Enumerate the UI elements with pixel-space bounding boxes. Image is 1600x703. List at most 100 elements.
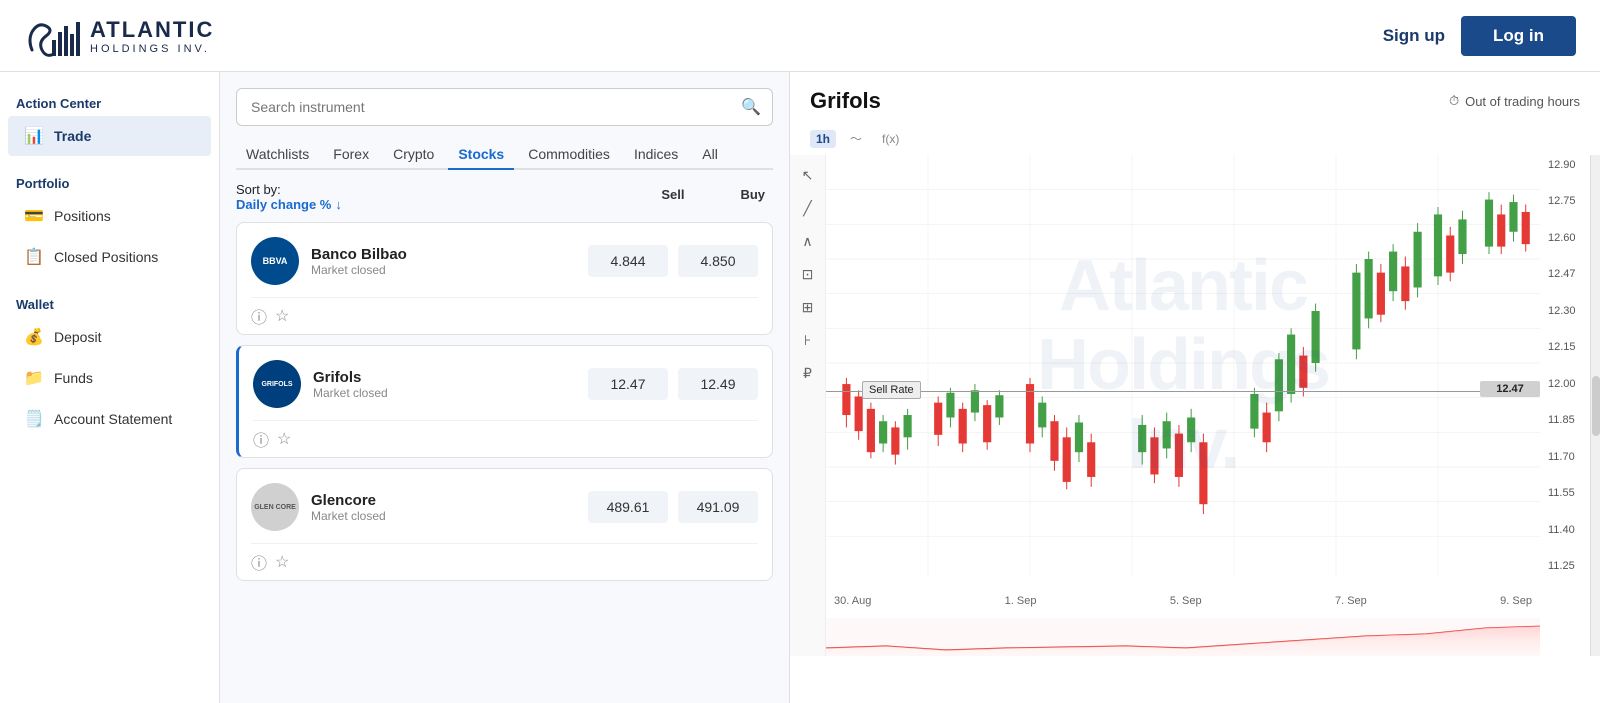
instrument-card-glencore[interactable]: GLEN CORE Glencore Market closed 489.61 … [236,468,773,581]
x-label-0: 30. Aug [834,595,871,607]
grifols-logo: GRIFOLS [253,360,301,408]
glencore-sell[interactable]: 489.61 [588,491,668,523]
funds-icon: 📁 [24,368,44,388]
bbva-sell[interactable]: 4.844 [588,245,668,277]
closed-positions-label: Closed Positions [54,249,158,265]
login-button[interactable]: Log in [1461,16,1576,56]
mini-chart-svg [826,618,1540,656]
logo-text: ATLANTIC HOLDINGS INV. [90,17,214,55]
sidebar-item-account-statement[interactable]: 🗒️ Account Statement [8,399,211,439]
tool-line[interactable]: ╱ [799,196,815,221]
chart-panel: Grifols ⏱ Out of trading hours 1h 〜 f(x)… [790,72,1600,703]
tab-bar: Watchlists Forex Crypto Stocks Commoditi… [236,140,773,170]
tab-watchlists[interactable]: Watchlists [236,140,319,170]
x-label-3: 7. Sep [1335,595,1367,607]
deposit-label: Deposit [54,329,101,345]
y-label-5: 12.15 [1548,341,1592,353]
grifols-footer: ⓘ ☆ [253,420,758,457]
tab-forex[interactable]: Forex [323,140,379,170]
signup-button[interactable]: Sign up [1383,26,1445,46]
bbva-info-btn[interactable]: ⓘ [251,304,267,328]
tab-crypto[interactable]: Crypto [383,140,444,170]
card-row-glencore: GLEN CORE Glencore Market closed 489.61 … [251,483,758,531]
clock-icon: ⏱ [1449,93,1459,109]
positions-icon: 💳 [24,206,44,226]
glencore-info-btn[interactable]: ⓘ [251,550,267,574]
logo-main: ATLANTIC [90,17,214,43]
glencore-status: Market closed [311,509,576,523]
mini-chart[interactable]: Mar '22 Jun '22 [826,618,1540,656]
chart-tools: ↖ ╱ ∧ ⊡ ⊞ ⊦ ₽ [790,155,826,656]
sort-label: Sort by: [236,182,281,197]
y-label-8: 11.70 [1548,451,1592,463]
y-label-3: 12.47 [1548,268,1592,280]
tool-measure[interactable]: ⊦ [800,328,815,353]
y-label-6: 12.00 [1548,378,1592,390]
grifols-sell[interactable]: 12.47 [588,368,668,400]
x-label-1: 1. Sep [1005,595,1037,607]
tf-1h[interactable]: 1h [810,130,836,148]
trade-label: Trade [54,128,91,144]
chart-area: ↖ ╱ ∧ ⊡ ⊞ ⊦ ₽ Atlantic Holdings Inv [790,155,1600,656]
sidebar-item-deposit[interactable]: 💰 Deposit [8,317,211,357]
tool-cursor[interactable]: ↖ [798,163,818,188]
y-label-2: 12.60 [1548,232,1592,244]
bbva-footer: ⓘ ☆ [251,297,758,334]
header-actions: Sign up Log in [1383,16,1576,56]
closed-positions-icon: 📋 [24,247,44,267]
glencore-logo: GLEN CORE [251,483,299,531]
sidebar-item-trade[interactable]: 📊 Trade [8,116,211,156]
glencore-info: Glencore Market closed [311,492,576,523]
instrument-card-grifols[interactable]: GRIFOLS Grifols Market closed 12.47 12.4… [236,345,773,458]
tab-commodities[interactable]: Commodities [518,140,620,170]
candle-group [842,192,1529,514]
bbva-star-btn[interactable]: ☆ [275,306,289,326]
sort-value[interactable]: Daily change % ↓ [236,197,342,212]
tab-all[interactable]: All [692,140,728,170]
sidebar-item-funds[interactable]: 📁 Funds [8,358,211,398]
bbva-buy[interactable]: 4.850 [678,245,758,277]
chart-status: ⏱ Out of trading hours [1449,93,1580,109]
y-label-9: 11.55 [1548,487,1592,499]
sidebar: Action Center 📊 Trade Portfolio 💳 Positi… [0,72,220,703]
search-bar: 🔍 [236,88,773,126]
glencore-buy[interactable]: 491.09 [678,491,758,523]
portfolio-label: Portfolio [0,168,219,195]
x-label-2: 5. Sep [1170,595,1202,607]
glencore-prices: 489.61 491.09 [588,491,758,523]
chart-canvas: Atlantic Holdings Inv. Sell Rate 12.47 [826,155,1540,576]
tf-line-icon[interactable]: 〜 [844,128,868,149]
tf-fx-icon[interactable]: f(x) [876,130,905,148]
tool-ray[interactable]: ∧ [798,229,816,254]
grifols-info-btn[interactable]: ⓘ [253,427,269,451]
tool-dotted-rect[interactable]: ⊡ [798,262,818,287]
search-icon: 🔍 [741,97,761,117]
content-area: 🔍 Watchlists Forex Crypto Stocks Commodi… [220,72,1600,703]
tool-price-label[interactable]: ₽ [799,361,816,386]
tab-indices[interactable]: Indices [624,140,688,170]
card-row-grifols: GRIFOLS Grifols Market closed 12.47 12.4… [253,360,758,408]
grifols-buy[interactable]: 12.49 [678,368,758,400]
wallet-label: Wallet [0,289,219,316]
grifols-name: Grifols [313,369,576,386]
sort-bar: Sort by: Daily change % ↓ Sell Buy [236,182,773,212]
y-label-7: 11.85 [1548,414,1592,426]
chart-status-text: Out of trading hours [1465,94,1580,109]
timeframe-bar: 1h 〜 f(x) [790,122,1600,155]
chart-scrollbar[interactable] [1590,155,1600,656]
y-label-11: 11.25 [1548,560,1592,572]
bbva-name: Banco Bilbao [311,246,576,263]
col-headers: Sell Buy [661,187,773,202]
bbva-prices: 4.844 4.850 [588,245,758,277]
positions-label: Positions [54,208,111,224]
sidebar-item-positions[interactable]: 💳 Positions [8,196,211,236]
search-input[interactable] [236,88,773,126]
tab-stocks[interactable]: Stocks [448,140,514,170]
instrument-card-bbva[interactable]: BBVA Banco Bilbao Market closed 4.844 4.… [236,222,773,335]
glencore-star-btn[interactable]: ☆ [275,552,289,572]
grifols-star-btn[interactable]: ☆ [277,429,291,449]
sidebar-item-closed-positions[interactable]: 📋 Closed Positions [8,237,211,277]
tool-grid[interactable]: ⊞ [798,295,818,320]
trade-icon: 📊 [24,126,44,146]
sell-rate-value: 12.47 [1480,381,1540,397]
